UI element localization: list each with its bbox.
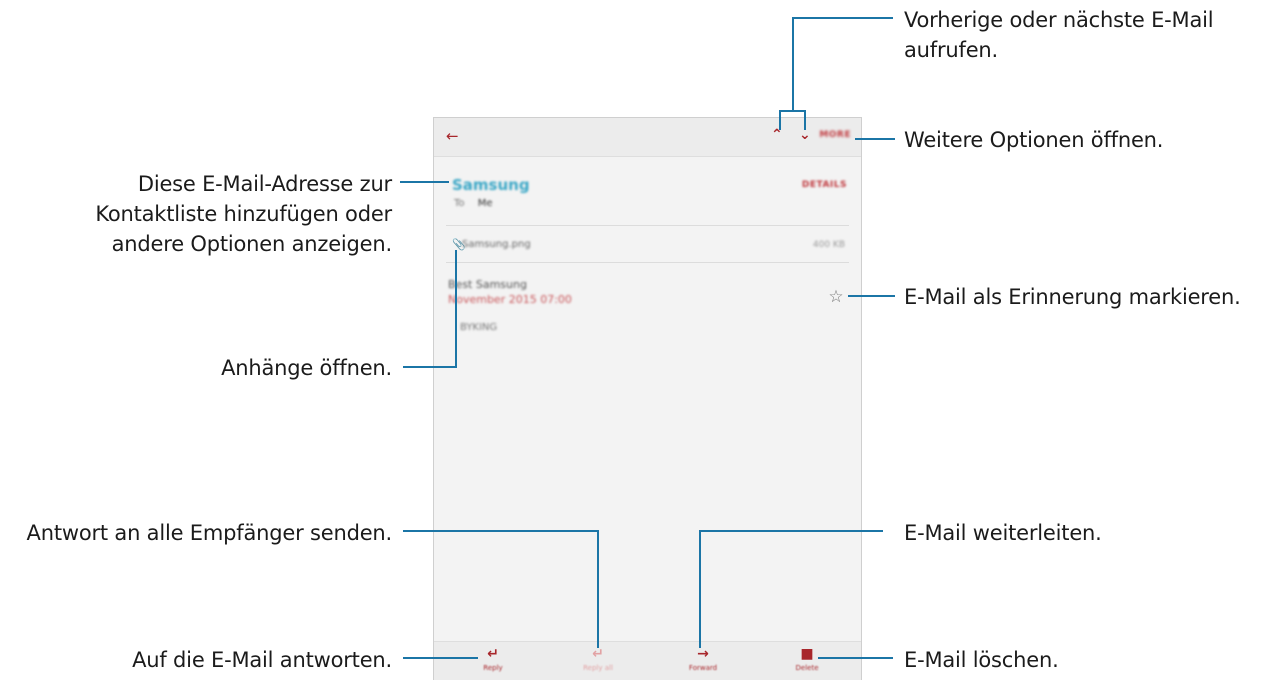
callout-line-forward (699, 530, 883, 648)
callout-line-prev-next-bracket (779, 110, 806, 130)
callout-line-prev-next (792, 17, 893, 111)
callout-lines (400, 17, 895, 659)
callout-line-attachments (403, 250, 457, 368)
callout-line-reply-all (403, 530, 599, 648)
